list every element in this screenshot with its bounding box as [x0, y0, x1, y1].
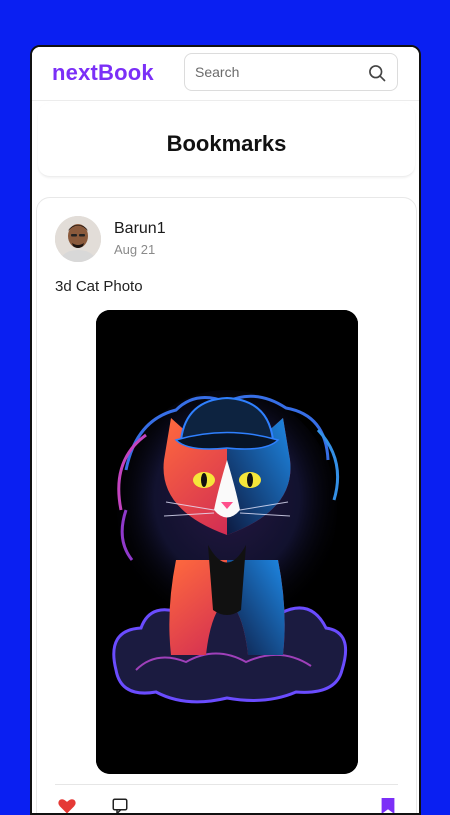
brand-logo[interactable]: nextBook: [52, 60, 154, 86]
search-input[interactable]: [195, 62, 355, 82]
heart-icon[interactable]: [57, 796, 77, 815]
page-header-card: Bookmarks: [38, 103, 415, 177]
bookmark-icon[interactable]: [380, 796, 396, 815]
post-actions: [55, 796, 398, 815]
post-author[interactable]: Barun1: [114, 220, 166, 238]
comment-icon[interactable]: [111, 796, 129, 815]
post-card: Barun1 Aug 21 3d Cat Photo: [36, 197, 417, 815]
top-navbar: nextBook: [32, 47, 419, 101]
app-frame: nextBook Bookmarks Barun1 Aug 21 3: [30, 45, 421, 815]
post-image[interactable]: [96, 310, 358, 774]
post-date: Aug 21: [114, 242, 156, 257]
page-title: Bookmarks: [166, 131, 287, 156]
search-box[interactable]: [184, 53, 398, 91]
search-icon[interactable]: [367, 63, 387, 83]
action-divider: [55, 784, 398, 785]
avatar[interactable]: [55, 216, 101, 262]
post-caption: 3d Cat Photo: [55, 278, 143, 295]
